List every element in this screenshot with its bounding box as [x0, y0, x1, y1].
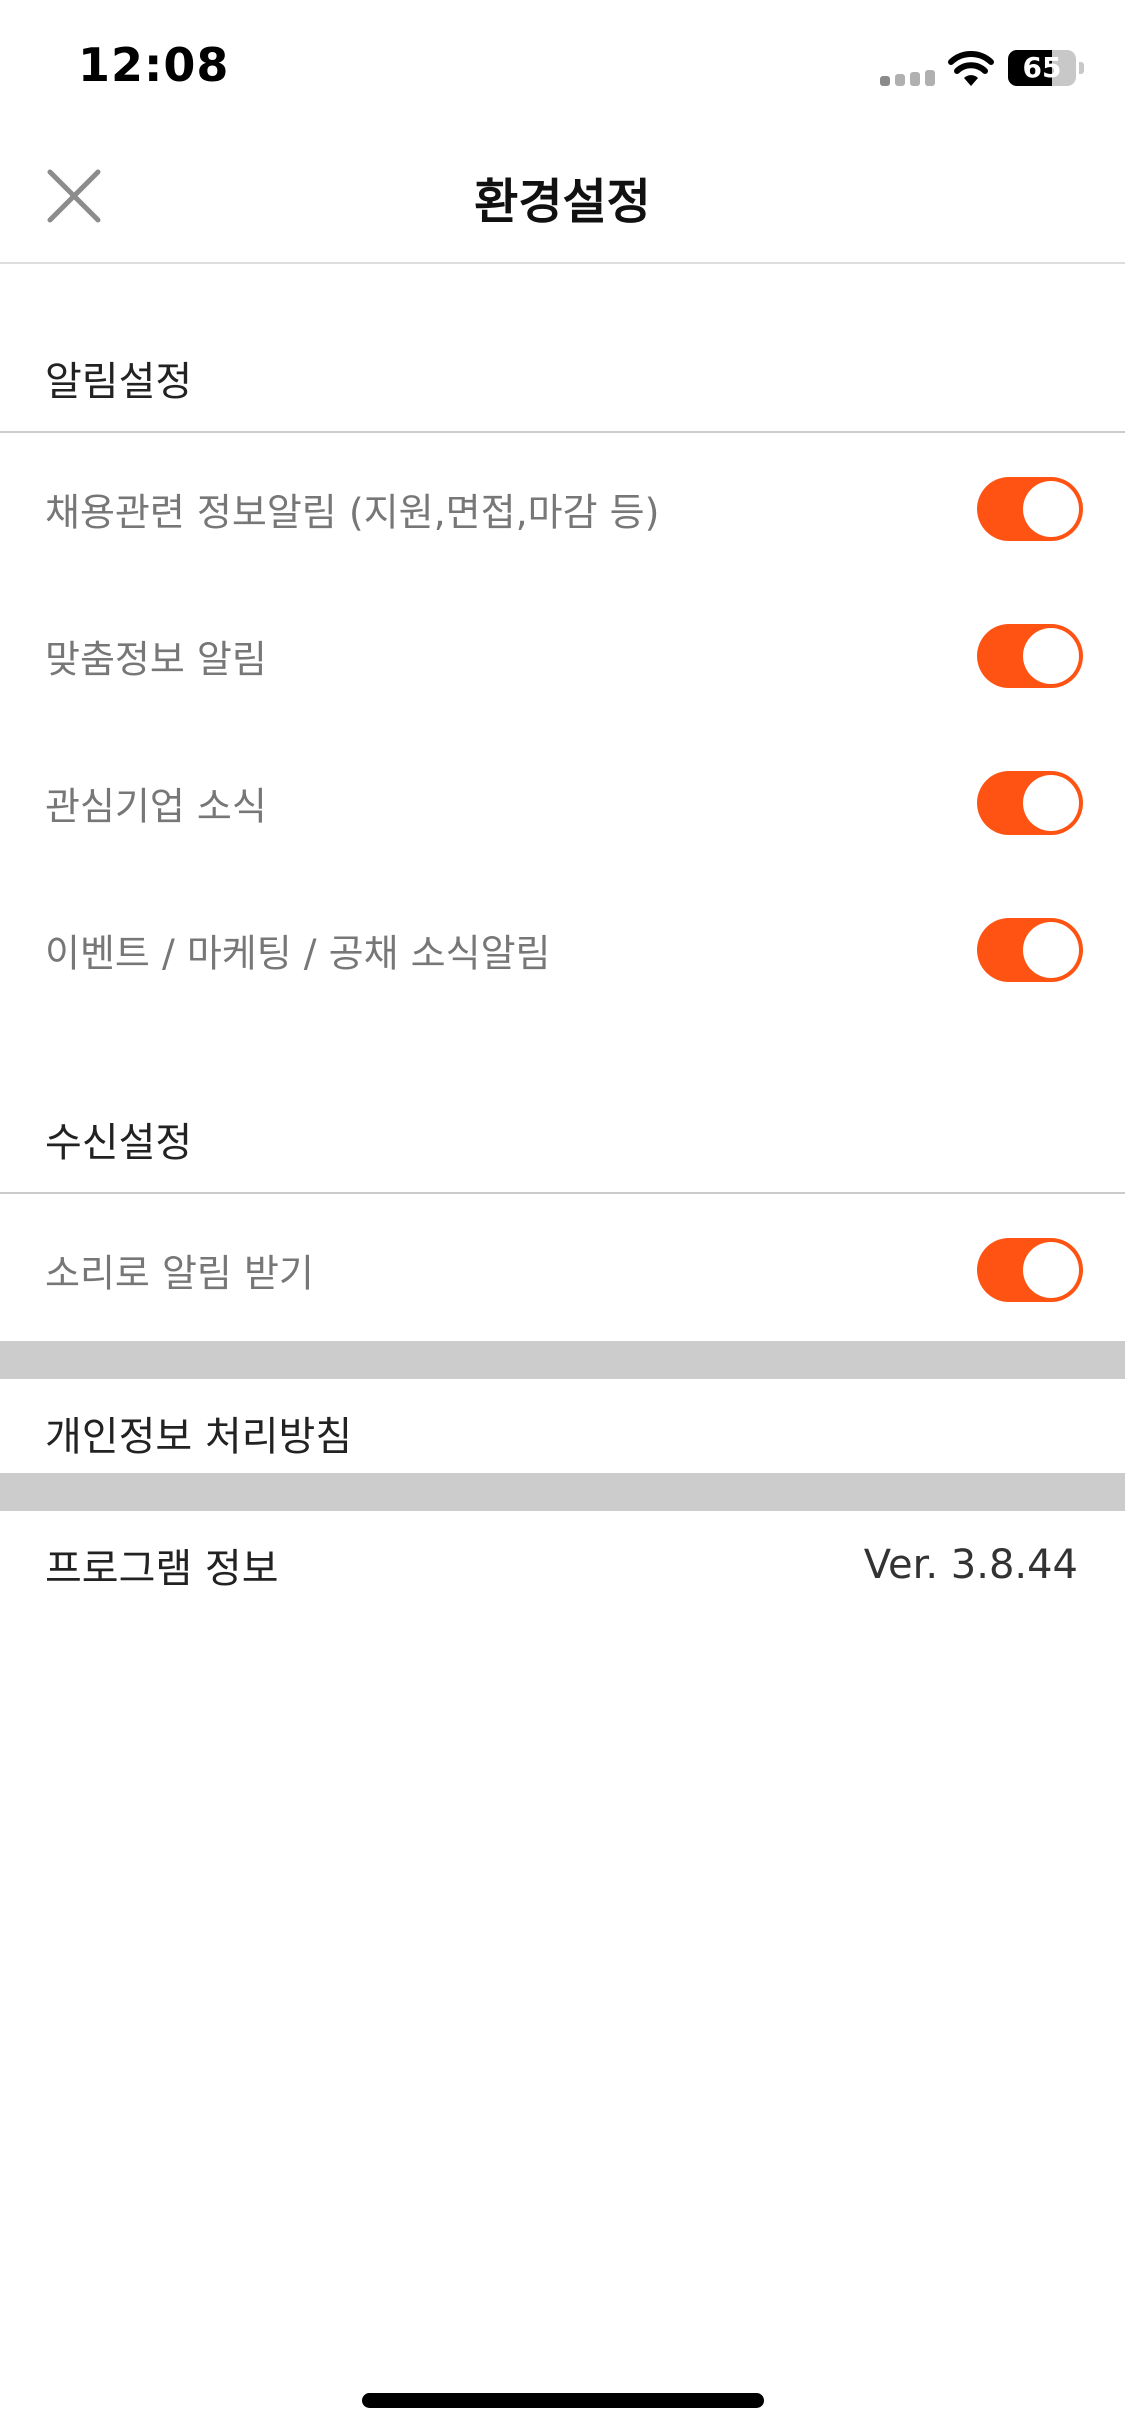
toggle-knob — [1023, 774, 1079, 831]
setting-row-sound-alert: 소리로 알림 받기 — [0, 1196, 1125, 1343]
toggle-knob — [1023, 480, 1079, 537]
setting-row-custom-info: 맞춤정보 알림 — [0, 582, 1125, 729]
setting-label: 이벤트 / 마케팅 / 공채 소식알림 — [45, 931, 551, 975]
setting-label: 관심기업 소식 — [45, 784, 267, 828]
receive-settings-header: 수신설정 — [0, 1080, 1125, 1194]
setting-row-event-marketing: 이벤트 / 마케팅 / 공채 소식알림 — [0, 876, 1125, 1023]
event-marketing-toggle[interactable] — [977, 917, 1083, 982]
battery-icon: 65 — [1008, 50, 1084, 86]
setting-label: 채용관련 정보알림 (지원,면접,마감 등) — [45, 490, 660, 534]
company-news-toggle[interactable] — [977, 770, 1083, 835]
settings-screen: 12:08 65 환경설정 알림설정 채용관련 정보알림 (지원,면접,마감 등… — [0, 0, 1125, 2436]
toggle-knob — [1023, 1241, 1079, 1298]
setting-row-company-news: 관심기업 소식 — [0, 729, 1125, 876]
wifi-icon — [948, 51, 994, 86]
status-time: 12:08 — [78, 38, 230, 92]
custom-info-toggle[interactable] — [977, 623, 1083, 688]
toggle-knob — [1023, 627, 1079, 684]
page-title: 환경설정 — [474, 174, 651, 230]
battery-level: 65 — [1022, 51, 1062, 84]
signal-icon — [880, 66, 936, 86]
sound-alert-toggle[interactable] — [977, 1237, 1083, 1302]
program-info-row[interactable]: 프로그램 정보 Ver. 3.8.44 — [0, 1518, 1125, 1612]
recruit-info-toggle[interactable] — [977, 476, 1083, 541]
section-title: 수신설정 — [45, 1120, 193, 1166]
setting-label: 소리로 알림 받기 — [45, 1251, 314, 1295]
version-text: Ver. 3.8.44 — [863, 1542, 1078, 1588]
battery-tip — [1079, 62, 1084, 74]
section-divider-band — [0, 1473, 1125, 1511]
setting-label: 맞춤정보 알림 — [45, 637, 267, 681]
privacy-policy-label: 개인정보 처리방침 — [45, 1414, 353, 1460]
section-title: 알림설정 — [45, 359, 193, 405]
header: 환경설정 — [0, 132, 1125, 264]
program-info-label: 프로그램 정보 — [45, 1546, 279, 1592]
home-indicator[interactable] — [362, 2393, 764, 2408]
setting-row-recruit-info: 채용관련 정보알림 (지원,면접,마감 등) — [0, 435, 1125, 582]
privacy-policy-row[interactable]: 개인정보 처리방침 — [0, 1386, 1125, 1480]
section-divider-band — [0, 1341, 1125, 1379]
battery-body: 65 — [1008, 50, 1076, 86]
status-bar: 12:08 65 — [0, 0, 1125, 132]
toggle-knob — [1023, 921, 1079, 978]
notification-settings-header: 알림설정 — [0, 319, 1125, 433]
